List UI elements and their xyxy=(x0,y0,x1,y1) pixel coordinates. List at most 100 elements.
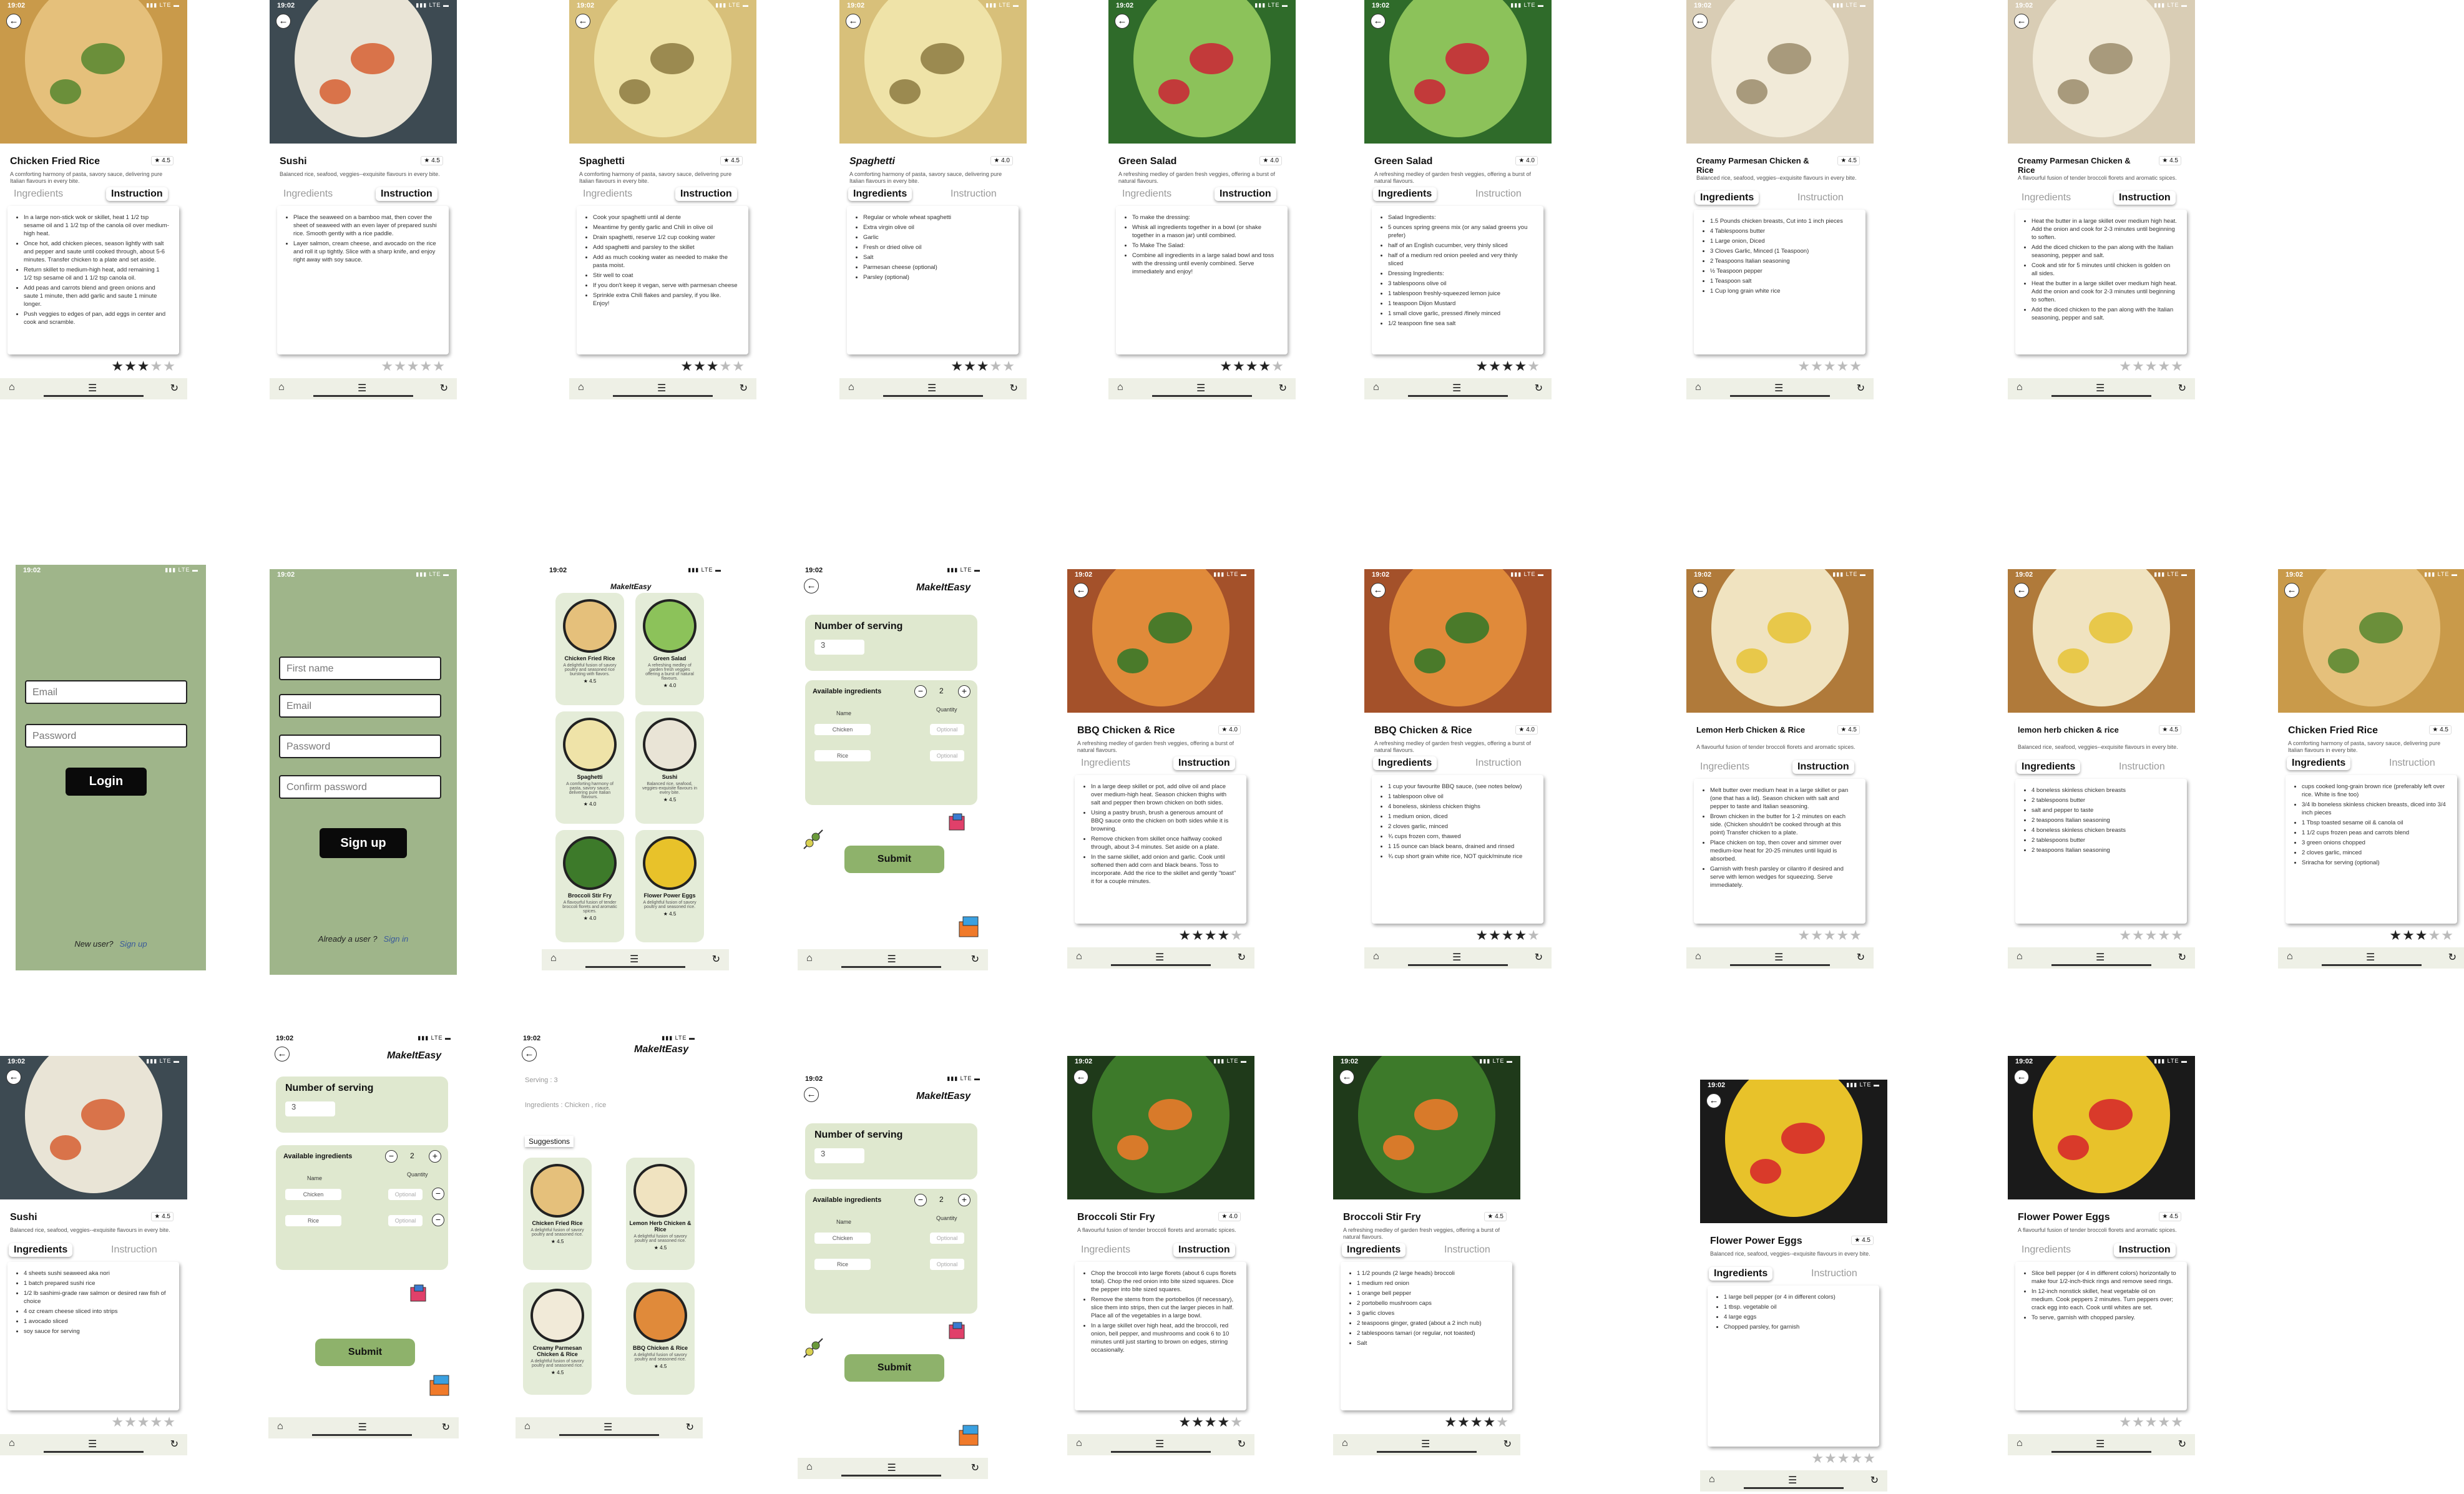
home-icon[interactable]: ⌂ xyxy=(550,953,557,967)
rating-stars[interactable]: ★★★★★ xyxy=(1178,927,1243,944)
star-icon[interactable]: ★ xyxy=(1824,358,1837,374)
filter-icon[interactable]: ☰ xyxy=(2096,951,2105,965)
refresh-icon[interactable]: ↻ xyxy=(1857,951,1865,965)
filter-icon[interactable]: ☰ xyxy=(887,953,896,967)
refresh-icon[interactable]: ↻ xyxy=(2448,951,2457,965)
star-icon[interactable]: ★ xyxy=(2428,927,2442,943)
back-button[interactable]: ← xyxy=(1073,1070,1088,1085)
tab-ingredients[interactable]: Ingredients xyxy=(278,187,338,201)
tab-instruction[interactable]: Instruction xyxy=(1173,756,1235,770)
star-icon[interactable]: ★ xyxy=(2132,927,2145,943)
refresh-icon[interactable]: ↻ xyxy=(1238,1438,1246,1452)
filter-icon[interactable]: ☰ xyxy=(358,382,366,396)
back-button[interactable]: ← xyxy=(1115,14,1130,29)
star-icon[interactable]: ★ xyxy=(150,358,164,374)
refresh-icon[interactable]: ↻ xyxy=(686,1421,694,1435)
rating-stars[interactable]: ★★★★★ xyxy=(1475,927,1540,944)
back-button[interactable]: ← xyxy=(1693,14,1708,29)
refresh-icon[interactable]: ↻ xyxy=(1870,1474,1879,1488)
star-icon[interactable]: ★ xyxy=(720,358,733,374)
refresh-icon[interactable]: ↻ xyxy=(971,953,979,967)
quantity-input[interactable]: Optional xyxy=(930,1233,964,1244)
filter-icon[interactable]: ☰ xyxy=(88,382,97,396)
rating-stars[interactable]: ★★★★★ xyxy=(111,1414,176,1430)
star-icon[interactable]: ★ xyxy=(1527,927,1540,943)
recipe-tile[interactable]: Sushi Balanced rice, seafood, veggies-exq… xyxy=(635,711,704,824)
tab-instruction[interactable]: Instruction xyxy=(2384,756,2440,770)
filter-icon[interactable]: ☰ xyxy=(1421,1438,1430,1452)
tab-ingredients[interactable]: Ingredients xyxy=(848,187,912,201)
sign-up-button[interactable]: Sign up xyxy=(320,828,407,858)
recipe-tile[interactable]: Chicken Fried Rice A delightful fusion of… xyxy=(523,1158,592,1270)
refresh-icon[interactable]: ↻ xyxy=(2178,951,2186,965)
filter-icon[interactable]: ☰ xyxy=(1155,1438,1164,1452)
back-button[interactable]: ← xyxy=(522,1047,537,1062)
recipe-tile[interactable]: Creamy Parmesan Chicken & Rice A delightf… xyxy=(523,1282,592,1395)
refresh-icon[interactable]: ↻ xyxy=(740,382,748,396)
tab-ingredients[interactable]: Ingredients xyxy=(2017,191,2076,205)
tab-instruction[interactable]: Instruction xyxy=(1470,756,1527,770)
tab-ingredients[interactable]: Ingredients xyxy=(1342,1243,1406,1257)
star-icon[interactable]: ★ xyxy=(1233,358,1246,374)
tab-instruction[interactable]: Instruction xyxy=(1806,1267,1862,1281)
star-icon[interactable]: ★ xyxy=(1811,927,1824,943)
home-icon[interactable]: ⌂ xyxy=(1709,1474,1715,1488)
refresh-icon[interactable]: ↻ xyxy=(1279,382,1287,396)
star-icon[interactable]: ★ xyxy=(2389,927,2402,943)
star-icon[interactable]: ★ xyxy=(124,358,137,374)
star-icon[interactable]: ★ xyxy=(1230,927,1243,943)
filter-icon[interactable]: ☰ xyxy=(1788,1474,1797,1488)
star-icon[interactable]: ★ xyxy=(407,358,420,374)
star-icon[interactable]: ★ xyxy=(2171,358,2184,374)
sign-in-link[interactable]: Sign in xyxy=(383,934,408,944)
back-button[interactable]: ← xyxy=(6,14,21,29)
star-icon[interactable]: ★ xyxy=(977,358,990,374)
refresh-icon[interactable]: ↻ xyxy=(2178,1438,2186,1452)
back-button[interactable]: ← xyxy=(276,14,291,29)
filter-icon[interactable]: ☰ xyxy=(2096,382,2105,396)
star-icon[interactable]: ★ xyxy=(420,358,433,374)
ingredient-name[interactable]: Chicken xyxy=(814,1233,871,1244)
home-icon[interactable]: ⌂ xyxy=(277,1421,283,1435)
star-icon[interactable]: ★ xyxy=(124,1414,137,1430)
star-icon[interactable]: ★ xyxy=(1502,927,1515,943)
filter-icon[interactable]: ☰ xyxy=(887,1462,896,1475)
star-icon[interactable]: ★ xyxy=(1849,927,1862,943)
serving-input[interactable]: 3 xyxy=(814,1148,864,1163)
star-icon[interactable]: ★ xyxy=(1496,1414,1509,1430)
submit-button[interactable]: Submit xyxy=(844,846,944,873)
refresh-icon[interactable]: ↻ xyxy=(1535,382,1543,396)
star-icon[interactable]: ★ xyxy=(1824,1450,1837,1466)
back-button[interactable]: ← xyxy=(6,1070,21,1085)
refresh-icon[interactable]: ↻ xyxy=(1535,951,1543,965)
star-icon[interactable]: ★ xyxy=(2132,1414,2145,1430)
back-button[interactable]: ← xyxy=(846,14,861,29)
star-icon[interactable]: ★ xyxy=(1489,358,1502,374)
refresh-icon[interactable]: ↻ xyxy=(712,953,720,967)
star-icon[interactable]: ★ xyxy=(2402,927,2415,943)
home-icon[interactable]: ⌂ xyxy=(806,1462,813,1475)
star-icon[interactable]: ★ xyxy=(1797,927,1811,943)
star-icon[interactable]: ★ xyxy=(1849,358,1862,374)
tab-instruction[interactable]: Instruction xyxy=(1792,760,1854,774)
star-icon[interactable]: ★ xyxy=(2119,358,2132,374)
star-icon[interactable]: ★ xyxy=(1502,358,1515,374)
star-icon[interactable]: ★ xyxy=(1863,1450,1876,1466)
refresh-icon[interactable]: ↻ xyxy=(1857,382,1865,396)
star-icon[interactable]: ★ xyxy=(111,1414,124,1430)
star-icon[interactable]: ★ xyxy=(1475,927,1489,943)
star-icon[interactable]: ★ xyxy=(2171,1414,2184,1430)
star-icon[interactable]: ★ xyxy=(1475,358,1489,374)
star-icon[interactable]: ★ xyxy=(1850,1450,1864,1466)
tab-ingredients[interactable]: Ingredients xyxy=(2287,756,2351,770)
rating-stars[interactable]: ★★★★★ xyxy=(1444,1414,1509,1430)
filter-icon[interactable]: ☰ xyxy=(630,953,638,967)
home-icon[interactable]: ⌂ xyxy=(1076,951,1082,965)
home-icon[interactable]: ⌂ xyxy=(278,382,285,396)
tab-instruction[interactable]: Instruction xyxy=(1173,1243,1235,1257)
filter-icon[interactable]: ☰ xyxy=(604,1421,612,1435)
tab-ingredients[interactable]: Ingredients xyxy=(1709,1267,1773,1281)
back-button[interactable]: ← xyxy=(804,1087,819,1102)
email-field[interactable]: Email xyxy=(279,694,441,718)
ingredient-name[interactable]: Chicken xyxy=(285,1189,341,1200)
